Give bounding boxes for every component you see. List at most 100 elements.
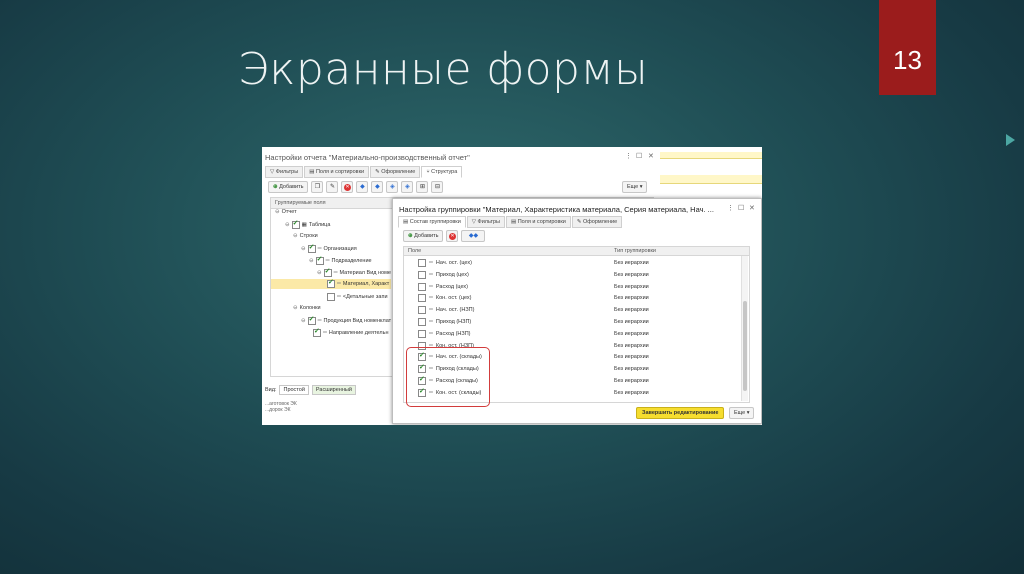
field-icon: ═ — [429, 283, 433, 290]
row-type-label: Без иерархии — [614, 366, 649, 373]
maximize-icon[interactable]: ☐ — [636, 152, 642, 160]
tree-item[interactable]: ⊖ Колонки — [293, 305, 321, 311]
tree-item[interactable]: ⊖ Отчет — [275, 209, 297, 215]
next-arrow-icon[interactable] — [1006, 134, 1015, 146]
group-button[interactable]: ◈ — [386, 181, 399, 193]
maximize-icon[interactable]: ☐ — [738, 204, 744, 212]
report-settings-title: Настройки отчета "Материально-производст… — [265, 153, 470, 162]
ungroup-button[interactable]: ◈ — [401, 181, 414, 193]
tree-item[interactable]: ⊖ Строки — [293, 233, 318, 239]
vertical-scrollbar[interactable] — [741, 256, 748, 401]
row-field-label: Нач. ост. (НЗП) — [435, 307, 475, 314]
move-buttons[interactable]: ◆ ◆ — [461, 230, 486, 242]
page-number: 13 — [893, 45, 922, 75]
tree-item[interactable]: ⊖═Подразделение — [309, 255, 372, 265]
table-row[interactable]: ═ Нач. ост. (цех) Без иерархии — [404, 257, 740, 269]
checkbox[interactable] — [291, 219, 300, 229]
table-row[interactable]: ═ Приход (цех) Без иерархии — [404, 269, 740, 281]
tree-item[interactable]: ⊖▦Таблица — [285, 219, 330, 229]
arrow-down-icon: ◆ — [473, 233, 479, 239]
tree-item[interactable]: ═ <Детальные запи — [327, 293, 388, 301]
row-checkbox[interactable] — [418, 306, 426, 315]
tree-item[interactable]: ═Направление деятельн — [313, 327, 389, 337]
checkbox[interactable] — [323, 267, 332, 277]
close-icon[interactable]: ✕ — [648, 152, 654, 160]
tree-item[interactable]: ⊖═Продукция Вид номенклат — [301, 315, 391, 325]
tree-item[interactable]: ⊖═Организация — [301, 243, 357, 253]
expand-button[interactable]: ⊞ — [416, 181, 429, 193]
edit-button[interactable]: ✎ — [326, 181, 339, 193]
checkbox[interactable] — [327, 278, 335, 288]
expand-icon: ⊞ — [419, 184, 425, 190]
row-field-label: Приход (цех) — [435, 271, 469, 278]
tab-structure[interactable]: ⑂ Структура — [421, 166, 463, 178]
move-down-button[interactable]: ◆ — [371, 181, 384, 193]
view-label: Вид: — [265, 387, 277, 393]
add-button[interactable]: ⊕ Добавить — [268, 181, 309, 193]
list-icon: ▤ — [309, 169, 316, 175]
table-icon: ▦ — [301, 222, 307, 228]
tab-filters[interactable]: ▽ Фильтры — [466, 216, 505, 228]
row-type-label: Без иерархии — [614, 283, 649, 290]
list-icon: ▤ — [403, 219, 410, 225]
more-button[interactable]: Еще ▾ — [622, 181, 648, 193]
tab-group-composition[interactable]: ▤ Состав группировки — [398, 216, 466, 228]
move-up-button[interactable]: ◆ — [356, 181, 369, 193]
table-row[interactable]: ═ Нач. ост. (НЗП) Без иерархии — [404, 304, 740, 316]
row-field-label: Нач. ост. (цех) — [435, 260, 472, 266]
tab-appearance[interactable]: ✎ Оформление — [370, 166, 421, 178]
row-checkbox[interactable] — [418, 282, 426, 291]
arrow-down-icon: ◆ — [375, 184, 380, 190]
checkbox[interactable] — [327, 293, 335, 301]
checkbox[interactable] — [315, 255, 324, 265]
row-field-label: Кон. ост. (цех) — [435, 295, 472, 302]
table-row[interactable]: ═ Расход (НЗП) Без иерархии — [404, 328, 740, 340]
close-icon[interactable]: ✕ — [749, 204, 755, 212]
tree-item-selected[interactable]: ═Материал, Характ — [271, 278, 391, 289]
table-row[interactable]: ═ Приход (НЗП) Без иерархии — [404, 316, 740, 328]
scrollbar-thumb[interactable] — [743, 301, 747, 391]
tab-fields[interactable]: ▤ Поля и сортировки — [505, 216, 571, 228]
checkbox[interactable] — [307, 315, 316, 325]
collapse-button[interactable]: ⊟ — [431, 181, 444, 193]
add-button[interactable]: ⊕ Добавить — [403, 230, 444, 242]
table-row[interactable]: ═ Кон. ост. (цех) Без иерархии — [404, 292, 740, 304]
collapse-icon: ⊟ — [434, 184, 440, 190]
delete-button[interactable]: ✕ — [446, 230, 459, 242]
row-checkbox[interactable] — [418, 270, 426, 279]
table-row[interactable]: ═ Расход (цех) Без иерархии — [404, 281, 740, 293]
row-checkbox[interactable] — [418, 294, 426, 303]
checkbox[interactable] — [313, 327, 321, 337]
field-icon: ═ — [429, 319, 433, 325]
highlight-bar — [660, 175, 762, 184]
tab-filters[interactable]: ▽ Фильтры — [265, 166, 304, 178]
tab-fields[interactable]: ▤ Поля и сортировки — [304, 166, 370, 178]
copy-icon: ❐ — [314, 184, 321, 190]
delete-icon: ✕ — [448, 232, 456, 240]
delete-icon: ✕ — [343, 183, 351, 191]
row-checkbox[interactable] — [418, 329, 426, 338]
row-checkbox[interactable] — [418, 318, 426, 326]
column-type: Тип группировки — [614, 248, 656, 254]
row-type-label: Без иерархии — [614, 330, 649, 337]
view-extended-button[interactable]: Расширенный — [311, 385, 356, 395]
finish-editing-button[interactable]: Завершить редактирование — [636, 407, 725, 419]
tab-appearance[interactable]: ✎ Оформление — [571, 216, 623, 228]
more-icon[interactable]: ⋮ — [625, 152, 632, 160]
row-type-label: Без иерархии — [614, 319, 649, 325]
page-number-badge: 13 — [879, 0, 936, 95]
view-simple-button[interactable]: Простой — [279, 385, 309, 395]
checkbox[interactable] — [307, 243, 316, 253]
delete-button[interactable]: ✕ — [341, 181, 354, 193]
row-field-label: Приход (НЗП) — [435, 319, 472, 325]
grouping-settings-dialog: Настройка группировки "Материал, Характе… — [392, 198, 762, 424]
row-field-label: Расход (цех) — [435, 283, 469, 290]
ungroup-icon: ◈ — [405, 184, 410, 190]
pencil-icon: ✎ — [329, 184, 335, 190]
more-icon[interactable]: ⋮ — [727, 204, 734, 212]
row-checkbox[interactable] — [418, 259, 426, 267]
tree-item[interactable]: ⊖═Материал Вид номе — [317, 267, 391, 277]
dialog-toolbar: ⊕ Добавить ✕ ◆ ◆ — [403, 230, 486, 242]
copy-button[interactable]: ❐ — [311, 181, 324, 193]
more-button[interactable]: Еще ▾ — [729, 407, 755, 419]
